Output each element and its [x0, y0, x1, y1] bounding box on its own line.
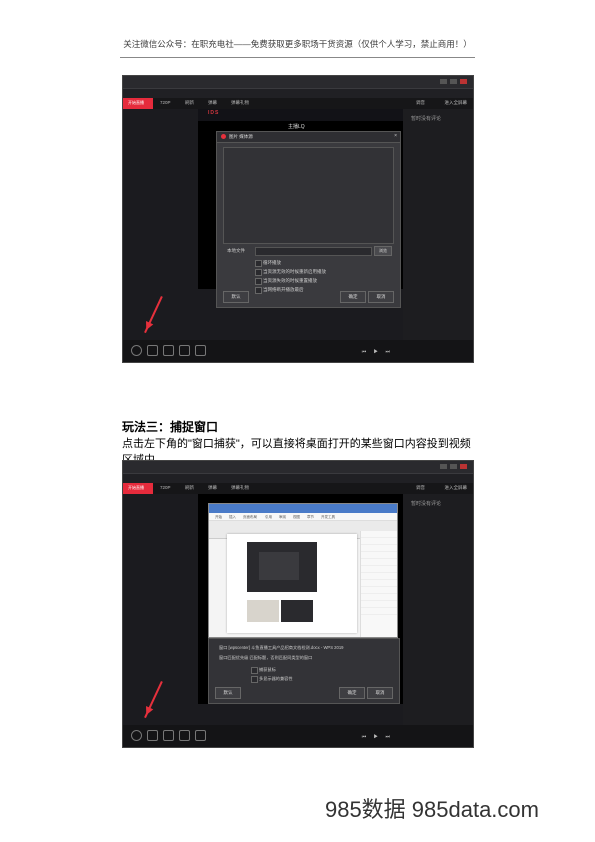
- user-icon[interactable]: [131, 730, 142, 741]
- page-header: 关注微信公众号：在职充电社——免费获取更多职场干货资源（仅供个人学习，禁止商用！…: [120, 38, 475, 50]
- doc-thumb-2b: [281, 600, 313, 622]
- res-label[interactable]: 720P: [160, 485, 171, 490]
- wps-tab[interactable]: 插入: [229, 515, 236, 520]
- window-titlebar: [123, 461, 473, 474]
- watermark: 985数据 985data.com: [325, 792, 539, 824]
- chat-panel: 暂时没有评论: [403, 109, 473, 340]
- default-button[interactable]: 默认: [223, 291, 249, 303]
- arrow-annotation: [144, 296, 163, 333]
- live-button-label: 开始直播: [128, 485, 144, 491]
- dialog-titlebar: 图片 媒体源 ×: [217, 132, 400, 143]
- res-label[interactable]: 720P: [160, 100, 171, 105]
- app-bottombar: [123, 725, 473, 747]
- user-icon[interactable]: [131, 345, 142, 356]
- wps-tab[interactable]: 引用: [265, 515, 272, 520]
- gift-button[interactable]: 弹幕礼物: [231, 100, 249, 106]
- dialog-preview: [223, 147, 394, 244]
- window-icon[interactable]: [195, 345, 206, 356]
- header-rule: [120, 57, 475, 58]
- captured-wps-window: 开始 插入 页面布局 引用 审阅 视图 章节 开发工具: [208, 503, 398, 638]
- chat-empty: 暂时没有评论: [411, 115, 441, 122]
- chk-multi[interactable]: [251, 676, 258, 683]
- dialog-title: 图片 媒体源: [229, 134, 253, 140]
- doc-thumb-2a: [247, 600, 279, 622]
- gift-button[interactable]: 弹幕礼物: [231, 485, 249, 491]
- wps-document: [227, 534, 357, 633]
- doc-thumb-1-inner: [259, 552, 299, 580]
- chk2-label: 当资源无效的时候重新启用播放: [263, 269, 390, 275]
- cancel-button[interactable]: 取消: [367, 687, 393, 699]
- text-icon[interactable]: [163, 730, 174, 741]
- playback-controls[interactable]: ⏮ ▶ ⏭: [362, 349, 393, 355]
- default-button[interactable]: 默认: [215, 687, 241, 699]
- wps-ribbon: [209, 513, 397, 521]
- screenshot-1: 开始直播 720P 刷新 弹幕 弹幕礼物 调音 进入全屏幕 IDS 主播LQ 暂…: [122, 75, 474, 363]
- min-icon[interactable]: [440, 79, 447, 84]
- app-bottombar: [123, 340, 473, 362]
- close-icon[interactable]: [460, 464, 467, 469]
- chk-multi-label: 多显示器的兼容性: [259, 676, 389, 682]
- file-input[interactable]: [255, 247, 372, 256]
- dialog-icon: [221, 134, 226, 139]
- min-icon[interactable]: [440, 464, 447, 469]
- screenshot-2: 开始直播 720P 刷新 弹幕 弹幕礼物 调音 进入全屏幕 开始 插入 页面布局…: [122, 460, 474, 748]
- arrow-annotation: [144, 681, 163, 718]
- wps-titlebar: [209, 504, 397, 513]
- danmu-button[interactable]: 弹幕: [208, 485, 217, 491]
- stage-title: 主播LQ: [288, 123, 305, 130]
- play-icon[interactable]: [147, 730, 158, 741]
- chk2[interactable]: [255, 269, 262, 276]
- danmu-button[interactable]: 弹幕: [208, 100, 217, 106]
- wps-tab[interactable]: 视图: [293, 515, 300, 520]
- wps-tab[interactable]: 审阅: [279, 515, 286, 520]
- stage-header: IDS: [198, 109, 413, 121]
- dlg2-line2: 窗口匹配优先级 匹配标题，否则匹配同类型的窗口: [219, 655, 389, 661]
- chat-panel: 暂时没有评论: [403, 494, 473, 725]
- cancel-button[interactable]: 取消: [368, 291, 394, 303]
- wps-tab[interactable]: 章节: [307, 515, 314, 520]
- chk1[interactable]: [255, 260, 262, 267]
- wps-tab[interactable]: 开发工具: [321, 515, 335, 520]
- image-icon[interactable]: [179, 345, 190, 356]
- chk-cursor-label: 捕获鼠标: [259, 667, 389, 673]
- fullscreen-button[interactable]: 进入全屏幕: [445, 100, 468, 106]
- wps-tab[interactable]: 开始: [215, 515, 222, 520]
- max-icon[interactable]: [450, 79, 457, 84]
- refresh-button[interactable]: 刷新: [185, 100, 194, 106]
- doc-thumb-2: [247, 600, 317, 630]
- chk4[interactable]: [255, 287, 262, 294]
- tune-button[interactable]: 调音: [416, 485, 425, 491]
- wps-tab[interactable]: 页面布局: [243, 515, 257, 520]
- chk-cursor[interactable]: [251, 667, 258, 674]
- doc-thumb-1: [247, 542, 317, 592]
- stage-brand: IDS: [208, 110, 219, 116]
- image-icon[interactable]: [179, 730, 190, 741]
- ok-button[interactable]: 确定: [339, 687, 365, 699]
- ok-button[interactable]: 确定: [340, 291, 366, 303]
- tune-button[interactable]: 调音: [416, 100, 425, 106]
- chk3-label: 当资源失效的时候重置播放: [263, 278, 390, 284]
- media-source-dialog: 图片 媒体源 × 本地文件 浏览 循环播放 当资源无效的时候重新启用播放 当资源…: [216, 131, 401, 308]
- dialog-close-icon[interactable]: ×: [394, 133, 397, 139]
- chk1-label: 循环播放: [263, 260, 390, 266]
- max-icon[interactable]: [450, 464, 457, 469]
- live-button-label: 开始直播: [128, 100, 144, 106]
- dlg2-line1: 窗口 [wpscenter] 斗鱼直播工具产品招商文档检测.docx - WPS…: [219, 645, 389, 651]
- window-capture-dialog: 窗口 [wpscenter] 斗鱼直播工具产品招商文档检测.docx - WPS…: [208, 638, 400, 704]
- text-icon[interactable]: [163, 345, 174, 356]
- window-titlebar: [123, 76, 473, 89]
- chk3[interactable]: [255, 278, 262, 285]
- refresh-button[interactable]: 刷新: [185, 485, 194, 491]
- wps-sidepanel: [360, 531, 397, 637]
- playback-controls[interactable]: ⏮ ▶ ⏭: [362, 734, 393, 740]
- section-heading: 玩法三：捕捉窗口: [122, 418, 218, 435]
- chat-empty: 暂时没有评论: [411, 500, 441, 507]
- fullscreen-button[interactable]: 进入全屏幕: [445, 485, 468, 491]
- play-icon[interactable]: [147, 345, 158, 356]
- close-icon[interactable]: [460, 79, 467, 84]
- window-icon[interactable]: [195, 730, 206, 741]
- browse-button[interactable]: 浏览: [374, 246, 392, 256]
